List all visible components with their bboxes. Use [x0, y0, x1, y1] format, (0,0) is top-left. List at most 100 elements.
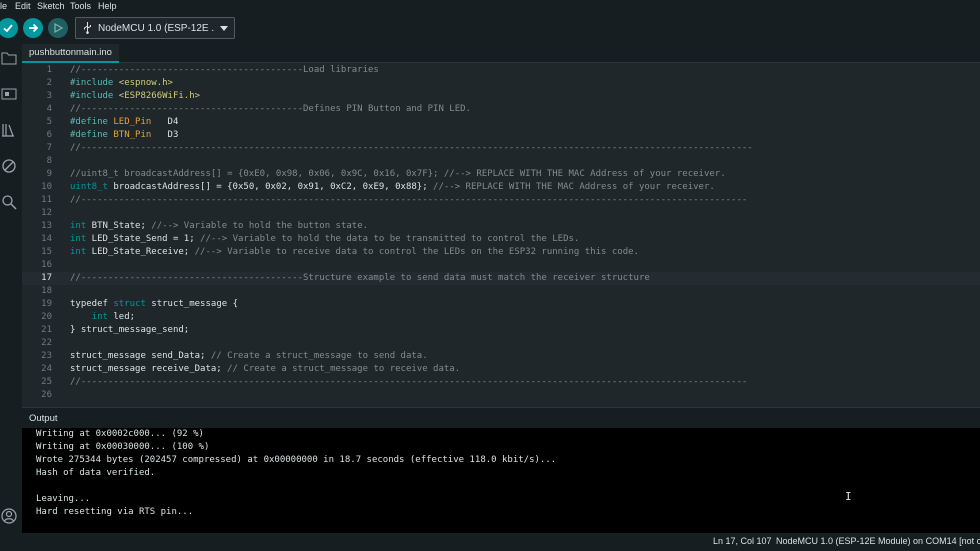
code-line[interactable]: 15 int LED_State_Receive; //--> Variable …	[22, 246, 980, 259]
debug-button[interactable]	[48, 18, 68, 38]
line-number: 15	[41, 247, 52, 257]
usb-icon	[76, 22, 98, 34]
code-line[interactable]: 3 #include <ESP8266WiFi.h>	[22, 90, 980, 103]
line-number: 26	[41, 390, 52, 400]
code-text: //--------------------------------------…	[70, 103, 471, 116]
line-number: 13	[41, 221, 52, 231]
code-line[interactable]: 1 //-------------------------------------…	[22, 64, 980, 77]
debug-icon	[54, 22, 64, 34]
board-selector[interactable]: NodeMCU 1.0 (ESP-12E ...	[75, 17, 235, 39]
code-token: //--------------------------------------…	[70, 104, 471, 114]
line-number: 2	[46, 78, 52, 88]
board-selector-label: NodeMCU 1.0 (ESP-12E ...	[98, 22, 214, 34]
library-manager-icon[interactable]	[0, 121, 18, 139]
verify-button[interactable]	[0, 18, 18, 38]
code-token: #define	[70, 130, 114, 140]
code-text: uint8_t broadcastAddress[] = {0x50, 0x02…	[70, 181, 715, 194]
text-cursor-icon: I	[845, 490, 852, 503]
code-line[interactable]: 19 typedef struct struct_message {	[22, 298, 980, 311]
menu-tools[interactable]: Tools	[70, 1, 91, 11]
line-number: 5	[46, 117, 52, 127]
code-line[interactable]: 25 //------------------------------------…	[22, 376, 980, 389]
code-line[interactable]: 7 //-------------------------------------…	[22, 142, 980, 155]
code-token: uint8_t	[70, 182, 108, 192]
code-token: D4	[151, 117, 179, 127]
line-number: 9	[46, 169, 52, 179]
code-line[interactable]: 6 #define BTN_Pin D3	[22, 129, 980, 142]
boards-manager-icon[interactable]	[0, 85, 18, 103]
code-token: #include	[70, 78, 119, 88]
code-token: struct	[113, 299, 146, 309]
code-line[interactable]: 2 #include <espnow.h>	[22, 77, 980, 90]
line-number: 14	[41, 234, 52, 244]
code-line[interactable]: 20 int led;	[22, 311, 980, 324]
line-number: 10	[41, 182, 52, 192]
board-port-status[interactable]: NodeMCU 1.0 (ESP-12E Module) on COM14 [n…	[776, 536, 980, 546]
code-text: int BTN_State; //--> Variable to hold th…	[70, 220, 368, 233]
debug-panel-icon[interactable]	[0, 157, 18, 175]
code-line[interactable]: 22	[22, 337, 980, 350]
code-line[interactable]: 5 #define LED_Pin D4	[22, 116, 980, 129]
code-line[interactable]: 17 //------------------------------------…	[22, 272, 980, 285]
code-line[interactable]: 13 int BTN_State; //--> Variable to hold …	[22, 220, 980, 233]
code-line[interactable]: 4 //-------------------------------------…	[22, 103, 980, 116]
code-line[interactable]: 24 struct_message receive_Data; // Create…	[22, 363, 980, 376]
code-editor[interactable]: 1 //-------------------------------------…	[22, 63, 980, 407]
code-token: LED_Pin	[113, 117, 152, 127]
verify-icon	[3, 24, 13, 33]
output-line: Writing at 0x0002c000... (92 %)	[36, 429, 204, 439]
code-line[interactable]: 18	[22, 285, 980, 298]
code-text: //--------------------------------------…	[70, 376, 747, 389]
output-line: Hash of data verified.	[36, 468, 156, 478]
code-token: //--> REPLACE WITH THE MAC Address of yo…	[433, 182, 715, 192]
code-token: // Create a struct_message to send data.	[210, 351, 428, 361]
output-line: Writing at 0x00030000... (100 %)	[36, 442, 210, 452]
output-console[interactable]: I Writing at 0x0002c000... (92 %) Writing…	[22, 428, 980, 533]
search-icon[interactable]	[0, 193, 18, 211]
profile-icon[interactable]	[0, 507, 18, 525]
cursor-position[interactable]: Ln 17, Col 107	[713, 536, 772, 546]
menu-help[interactable]: Help	[98, 1, 117, 11]
line-number: 19	[41, 299, 52, 309]
code-text: int led;	[70, 311, 135, 324]
menu-edit[interactable]: Edit	[15, 1, 31, 11]
line-number: 18	[41, 286, 52, 296]
menu-file[interactable]: le	[0, 1, 7, 11]
code-text: //--------------------------------------…	[70, 194, 747, 207]
sketchbook-folder-icon[interactable]	[0, 49, 18, 67]
code-text: //--------------------------------------…	[70, 272, 650, 285]
code-token: // Create a struct_message to receive da…	[227, 364, 461, 374]
code-text: //--------------------------------------…	[70, 142, 753, 155]
menu-bar: le Edit Sketch Tools Help	[0, 0, 980, 14]
output-line: Leaving...	[36, 494, 91, 504]
line-number: 8	[46, 156, 52, 166]
code-line[interactable]: 16	[22, 259, 980, 272]
code-line[interactable]: 11 //------------------------------------…	[22, 194, 980, 207]
code-line[interactable]: 12	[22, 207, 980, 220]
code-line[interactable]: 21} struct_message_send;	[22, 324, 980, 337]
code-line[interactable]: 10 uint8_t broadcastAddress[] = {0x50, 0x…	[22, 181, 980, 194]
code-line[interactable]: 14 int LED_State_Send = 1; //--> Variable…	[22, 233, 980, 246]
code-line[interactable]: 23 struct_message send_Data; // Create a …	[22, 350, 980, 363]
tab-pushbuttonmain[interactable]: pushbuttonmain.ino	[22, 44, 119, 63]
code-token: led;	[107, 312, 136, 322]
output-line: Hard resetting via RTS pin...	[36, 507, 194, 517]
output-line: Wrote 275344 bytes (202457 compressed) a…	[36, 455, 557, 465]
code-token: //--------------------------------------…	[70, 273, 650, 283]
code-line[interactable]: 26	[22, 389, 980, 402]
code-token: BTN_State;	[86, 221, 152, 231]
upload-button[interactable]	[23, 18, 43, 38]
code-token: //--> Variable to hold the data to be tr…	[200, 234, 580, 244]
line-number: 6	[46, 130, 52, 140]
code-text: #include <ESP8266WiFi.h>	[70, 90, 200, 103]
code-line[interactable]: 8	[22, 155, 980, 168]
menu-sketch[interactable]: Sketch	[37, 1, 65, 11]
line-number: 23	[41, 351, 52, 361]
code-line[interactable]: 9 //uint8_t broadcastAddress[] = {0xE0, 0…	[22, 168, 980, 181]
code-token: LED_State_Send = 1;	[86, 234, 201, 244]
code-text: int LED_State_Send = 1; //--> Variable t…	[70, 233, 579, 246]
line-number: 11	[41, 195, 52, 205]
code-token: BTN_Pin	[113, 130, 152, 140]
code-token: int	[70, 234, 87, 244]
